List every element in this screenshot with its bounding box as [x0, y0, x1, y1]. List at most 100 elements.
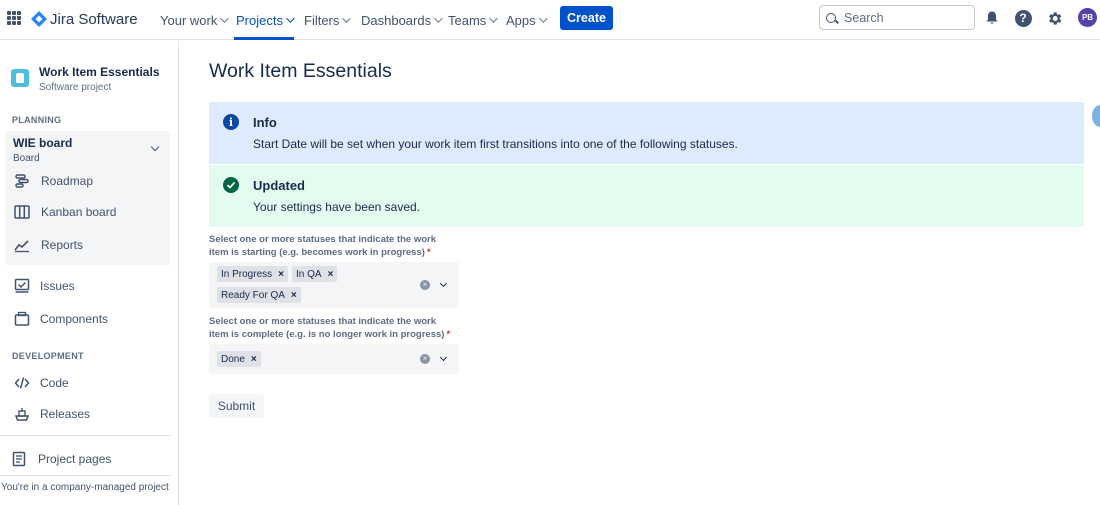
nav-dashboards[interactable]: Dashboards: [361, 0, 443, 40]
board-subtitle: Board: [13, 153, 40, 164]
issues-icon: [14, 278, 30, 293]
sidebar-item-project-pages[interactable]: Project pages: [0, 447, 170, 471]
chevron-down-icon: [434, 14, 443, 23]
chip-label: Done: [221, 353, 245, 365]
managed-project-note[interactable]: You're in a company-managed project: [1, 482, 169, 493]
chevron-down-icon: [489, 14, 498, 23]
sidebar-item-reports[interactable]: Reports: [0, 233, 170, 257]
chevron-down-icon: [342, 14, 352, 23]
remove-chip-icon[interactable]: ×: [251, 354, 257, 365]
clear-selection-icon[interactable]: ×: [420, 280, 430, 290]
remove-chip-icon[interactable]: ×: [278, 269, 284, 280]
start-statuses-select[interactable]: In Progress × In QA × Ready For QA × ×: [209, 262, 459, 308]
edge-helper-bubble[interactable]: [1092, 105, 1100, 127]
chevron-down-icon[interactable]: [150, 142, 160, 152]
sidebar-item-label: Kanban board: [41, 205, 117, 219]
chevron-down-icon: [286, 14, 295, 23]
reports-icon: [14, 240, 29, 253]
chip-label: In Progress: [221, 268, 273, 280]
sidebar-item-code[interactable]: Code: [0, 371, 170, 395]
nav-projects[interactable]: Projects: [234, 0, 295, 40]
sidebar-item-label: Project pages: [38, 452, 112, 466]
label-line: item is complete (e.g. is no longer work…: [209, 328, 445, 340]
roadmap-icon: [15, 174, 29, 188]
notifications-bell-icon[interactable]: [983, 9, 1001, 27]
top-navigation: Jira Software Your work Projects Filters…: [0, 0, 1100, 40]
sidebar-item-roadmap[interactable]: Roadmap: [0, 169, 170, 193]
project-type: Software project: [39, 82, 112, 93]
label-line: Select one or more statuses that indicat…: [209, 234, 437, 245]
jira-diamond-icon: [31, 11, 47, 27]
success-text: Your settings have been saved.: [253, 200, 421, 214]
info-text: Start Date will be set when your work it…: [253, 137, 738, 151]
sidebar-item-components[interactable]: Components: [0, 307, 170, 331]
remove-chip-icon[interactable]: ×: [328, 269, 334, 280]
success-message: Updated Your settings have been saved.: [209, 165, 1084, 227]
submit-button[interactable]: Submit: [209, 394, 264, 418]
sidebar-item-label: Issues: [40, 279, 75, 293]
nav-label: Teams: [448, 12, 487, 28]
search-box[interactable]: [819, 5, 975, 30]
start-statuses-label: Select one or more statuses that indicat…: [209, 234, 459, 259]
create-button[interactable]: Create: [560, 6, 613, 30]
search-icon: [826, 12, 836, 23]
chevron-down-icon: [538, 14, 548, 23]
success-title: Updated: [253, 178, 305, 193]
nav-teams[interactable]: Teams: [448, 0, 498, 40]
user-avatar[interactable]: PB: [1078, 8, 1097, 27]
search-input[interactable]: [844, 10, 964, 25]
nav-your-work[interactable]: Your work: [160, 0, 229, 40]
board-title[interactable]: WIE board: [13, 136, 72, 150]
development-section-label: DEVELOPMENT: [12, 351, 84, 361]
help-icon[interactable]: ?: [1014, 9, 1032, 27]
clear-selection-icon[interactable]: ×: [420, 354, 430, 364]
project-avatar-icon[interactable]: [11, 69, 29, 87]
planning-section-label: PLANNING: [12, 115, 62, 125]
chevron-down-icon[interactable]: [439, 279, 448, 288]
chevron-down-icon: [220, 14, 229, 23]
sidebar-item-kanban-board[interactable]: Kanban board: [0, 200, 170, 224]
sidebar-divider: [0, 435, 172, 436]
nav-filters[interactable]: Filters: [304, 0, 352, 40]
sidebar-item-label: Code: [40, 376, 69, 390]
app-switcher-icon[interactable]: [7, 11, 21, 25]
settings-gear-icon[interactable]: [1045, 9, 1063, 27]
complete-statuses-label: Select one or more statuses that indicat…: [209, 316, 459, 341]
label-line: Select one or more statuses that indicat…: [209, 316, 437, 327]
sidebar-item-label: Roadmap: [41, 174, 94, 188]
releases-icon: [14, 408, 30, 421]
jira-logo[interactable]: Jira Software: [31, 9, 138, 29]
complete-statuses-select[interactable]: Done × ×: [209, 344, 459, 374]
sidebar-divider: [0, 475, 172, 476]
check-circle-icon: [223, 177, 239, 193]
chevron-down-icon[interactable]: [439, 353, 448, 362]
nav-label: Dashboards: [361, 12, 432, 28]
sidebar-item-label: Components: [40, 312, 109, 326]
sidebar: Work Item Essentials Software project PL…: [0, 41, 179, 505]
project-pages-icon: [12, 451, 26, 467]
status-chip: In QA ×: [292, 266, 338, 282]
chip-label: Ready For QA: [221, 289, 285, 301]
status-chip: Done ×: [217, 351, 261, 367]
info-title: Info: [253, 115, 277, 130]
nav-apps[interactable]: Apps: [506, 0, 548, 40]
logo-text: Jira Software: [50, 10, 138, 28]
sidebar-item-issues[interactable]: Issues: [0, 274, 170, 298]
required-mark: *: [426, 246, 431, 258]
components-icon: [14, 311, 30, 326]
nav-label: Apps: [506, 12, 536, 28]
nav-label: Filters: [304, 12, 340, 28]
remove-chip-icon[interactable]: ×: [291, 290, 297, 301]
sidebar-item-label: Reports: [41, 238, 84, 252]
nav-label: Projects: [236, 12, 283, 28]
page-title: Work Item Essentials: [209, 60, 392, 82]
project-name[interactable]: Work Item Essentials: [39, 65, 160, 79]
kanban-board-icon: [14, 205, 30, 219]
info-icon: i: [223, 114, 239, 130]
nav-label: Your work: [160, 12, 218, 28]
required-mark: *: [446, 328, 451, 340]
sidebar-item-label: Releases: [40, 407, 91, 421]
chip-label: In QA: [296, 268, 322, 280]
code-icon: [14, 377, 30, 389]
sidebar-item-releases[interactable]: Releases: [0, 402, 170, 426]
